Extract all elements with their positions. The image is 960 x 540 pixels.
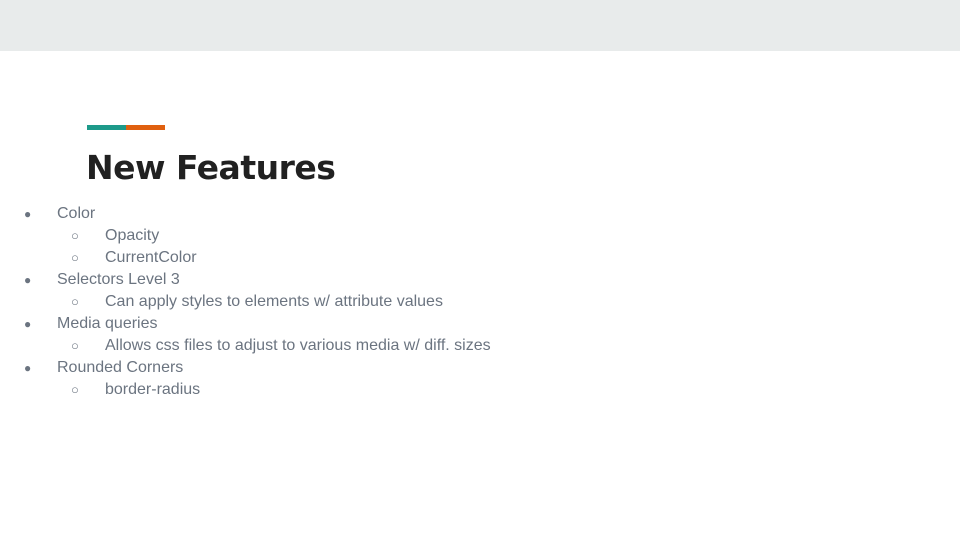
hollow-bullet-icon: ○ — [71, 250, 79, 265]
filled-bullet-icon: ● — [24, 361, 32, 375]
sub-bullet-text: CurrentColor — [105, 249, 197, 266]
hollow-bullet-icon: ○ — [71, 228, 79, 243]
bullet-text: Selectors Level 3 — [57, 271, 180, 288]
title-accent-bar — [87, 125, 165, 130]
filled-bullet-icon: ● — [24, 273, 32, 287]
header-band — [0, 0, 960, 51]
hollow-bullet-icon: ○ — [71, 382, 79, 397]
slide-title: New Features — [86, 148, 336, 187]
hollow-bullet-icon: ○ — [71, 294, 79, 309]
sub-bullet-text: Allows css files to adjust to various me… — [105, 337, 491, 354]
sub-bullet-text: Can apply styles to elements w/ attribut… — [105, 293, 443, 310]
filled-bullet-icon: ● — [24, 207, 32, 221]
sub-bullet-text: Opacity — [105, 227, 160, 244]
bullet-text: Media queries — [57, 315, 158, 332]
bullet-text: Color — [57, 205, 96, 222]
filled-bullet-icon: ● — [24, 317, 32, 331]
sub-bullet-text: border-radius — [105, 381, 201, 398]
accent-teal-segment — [87, 125, 126, 130]
accent-orange-segment — [126, 125, 165, 130]
bullet-text: Rounded Corners — [57, 359, 184, 376]
hollow-bullet-icon: ○ — [71, 338, 79, 353]
